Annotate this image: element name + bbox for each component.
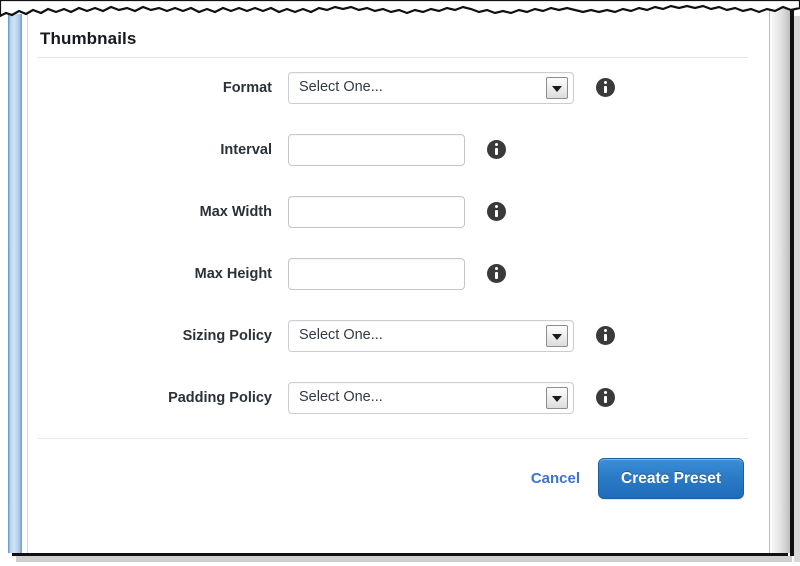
control-max-height: [288, 258, 465, 290]
vertical-scrollbar[interactable]: [769, 8, 790, 553]
control-format: Select One...: [288, 72, 574, 104]
window-bottom-border: [12, 553, 788, 556]
form-row-format: Format Select One...: [28, 66, 770, 128]
form-row-sizing-policy: Sizing Policy Select One...: [28, 314, 770, 376]
window-right-shadow: [794, 16, 800, 562]
interval-input[interactable]: [288, 134, 465, 166]
control-padding-policy: Select One...: [288, 382, 574, 414]
chevron-down-icon[interactable]: [546, 77, 568, 99]
label-interval: Interval: [220, 142, 272, 158]
title-divider: [38, 57, 748, 58]
sizing-policy-select[interactable]: Select One...: [288, 320, 574, 352]
info-icon-format[interactable]: [596, 78, 615, 97]
thumbnails-form: Format Select One... Interval Max Width …: [28, 66, 770, 438]
form-row-max-height: Max Height: [28, 252, 770, 314]
info-icon-sizing-policy[interactable]: [596, 326, 615, 345]
window-right-border: [790, 8, 794, 556]
page-title: Thumbnails: [40, 29, 137, 48]
label-max-height: Max Height: [194, 266, 272, 282]
label-format: Format: [222, 80, 272, 96]
create-preset-button[interactable]: Create Preset: [598, 458, 744, 499]
chevron-down-icon[interactable]: [546, 387, 568, 409]
form-actions: Cancel Create Preset: [531, 458, 744, 499]
max-width-input[interactable]: [288, 196, 465, 228]
control-sizing-policy: Select One...: [288, 320, 574, 352]
chevron-down-icon[interactable]: [546, 325, 568, 347]
format-select[interactable]: Select One...: [288, 72, 574, 104]
padding-policy-select[interactable]: Select One...: [288, 382, 574, 414]
control-max-width: [288, 196, 465, 228]
cancel-button[interactable]: Cancel: [531, 470, 580, 487]
info-icon-max-height[interactable]: [487, 264, 506, 283]
label-padding-policy: Padding Policy: [168, 390, 272, 406]
info-icon-padding-policy[interactable]: [596, 388, 615, 407]
format-select-value: Select One...: [299, 79, 383, 95]
footer-divider: [38, 438, 748, 439]
left-panel-edge: [27, 14, 28, 553]
form-row-max-width: Max Width: [28, 190, 770, 252]
label-sizing-policy: Sizing Policy: [182, 328, 272, 344]
screenshot-root: Thumbnails Format Select One... Interval: [0, 0, 800, 566]
thumbnails-panel: Thumbnails Format Select One... Interval: [28, 14, 770, 553]
padding-policy-select-value: Select One...: [299, 389, 383, 405]
max-height-input[interactable]: [288, 258, 465, 290]
label-max-width: Max Width: [199, 204, 272, 220]
window-bottom-shadow: [16, 556, 792, 562]
form-row-interval: Interval: [28, 128, 770, 190]
info-icon-interval[interactable]: [487, 140, 506, 159]
control-interval: [288, 134, 465, 166]
sizing-policy-select-value: Select One...: [299, 327, 383, 343]
left-accent-stripe: [8, 14, 22, 553]
info-icon-max-width[interactable]: [487, 202, 506, 221]
form-row-padding-policy: Padding Policy Select One...: [28, 376, 770, 438]
